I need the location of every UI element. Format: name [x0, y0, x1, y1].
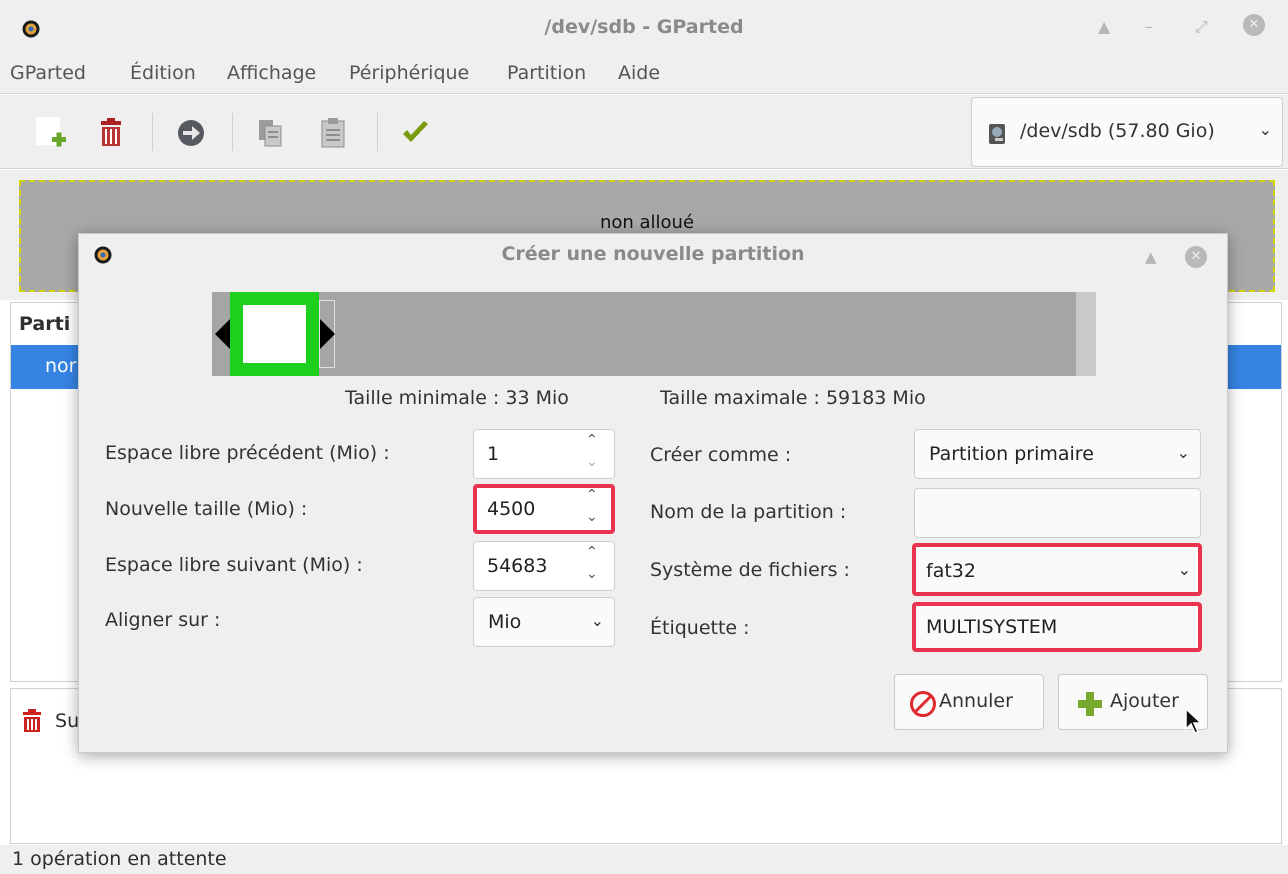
chevron-down-icon: ⌄ [590, 611, 604, 630]
dialog-shade-icon[interactable]: ▲ [1145, 248, 1157, 266]
spin-up-icon[interactable]: ⌃ [586, 487, 598, 503]
operation-row[interactable]: Su [21, 709, 79, 733]
delete-op-icon [23, 709, 41, 732]
mouse-cursor-icon [1185, 707, 1203, 734]
new-size-value: 4500 [487, 498, 536, 520]
delete-icon[interactable] [93, 115, 129, 151]
device-selector[interactable]: /dev/sdb (57.80 Gio) ⌄ [971, 97, 1283, 167]
resize-left-handle-icon[interactable] [215, 319, 230, 349]
partition-row-text: nor [45, 355, 77, 377]
copy-icon[interactable] [253, 115, 289, 151]
add-label: Ajouter [1110, 690, 1179, 712]
dialog-title: Créer une nouvelle partition [501, 243, 805, 265]
toolbar-separator [377, 113, 378, 151]
spin-up-icon[interactable]: ⌃ [586, 432, 598, 448]
menu-partition[interactable]: Partition [507, 62, 586, 84]
shade-icon[interactable]: ▲ [1098, 17, 1110, 36]
resizer-track [212, 292, 1076, 376]
align-combobox[interactable]: Mio ⌄ [473, 597, 615, 647]
resizer-partition-inner [243, 305, 306, 363]
label-field-value: MULTISYSTEM [926, 616, 1058, 638]
resize-right-handle-icon[interactable] [320, 319, 335, 349]
status-text: 1 opération en attente [12, 848, 227, 870]
add-button[interactable]: Ajouter [1058, 674, 1208, 734]
main-titlebar: /dev/sdb - GParted ▲ – ⤢ ✕ [0, 0, 1288, 56]
partition-resizer[interactable] [212, 292, 1096, 376]
spin-down-icon[interactable]: ⌄ [586, 566, 598, 582]
spin-up-icon[interactable]: ⌃ [586, 544, 598, 560]
maximize-icon[interactable]: ⤢ [1195, 17, 1208, 37]
resizer-partition-block[interactable] [230, 292, 319, 376]
spin-down-icon[interactable]: ⌄ [586, 509, 598, 525]
free-before-value: 1 [487, 443, 500, 465]
menu-aide[interactable]: Aide [618, 62, 660, 84]
create-as-label: Créer comme : [650, 444, 792, 466]
apply-arrow-icon[interactable] [173, 115, 209, 151]
free-before-spinbutton[interactable]: 1 ⌃ ⌄ [473, 429, 615, 479]
device-label: /dev/sdb (57.80 Gio) [1020, 120, 1215, 142]
label-field[interactable]: MULTISYSTEM [912, 602, 1202, 652]
label-field-label: Étiquette : [650, 617, 750, 639]
chevron-down-icon: ⌄ [1258, 120, 1272, 139]
toolbar-separator [232, 113, 233, 151]
align-value: Mio [488, 611, 522, 633]
chevron-down-icon: ⌄ [1176, 443, 1190, 462]
partition-name-field[interactable] [914, 488, 1201, 538]
statusbar: 1 opération en attente [0, 845, 1288, 874]
new-size-label: Nouvelle taille (Mio) : [105, 498, 308, 520]
filesystem-combobox[interactable]: fat32 ⌄ [912, 543, 1202, 596]
cancel-label: Annuler [939, 690, 1013, 712]
filesystem-label: Système de fichiers : [650, 559, 850, 581]
disk-icon [989, 124, 1005, 144]
chevron-down-icon: ⌄ [1177, 560, 1191, 579]
menu-edition[interactable]: Édition [130, 62, 196, 84]
operation-text: Su [55, 709, 80, 732]
toolbar: /dev/sdb (57.80 Gio) ⌄ [0, 95, 1288, 169]
partition-list-header: Parti [19, 313, 71, 335]
menu-gparted[interactable]: GParted [10, 62, 86, 84]
dialog-close-icon[interactable]: ✕ [1185, 246, 1207, 268]
filesystem-value: fat32 [926, 560, 976, 582]
free-after-value: 54683 [487, 555, 548, 577]
add-icon [1078, 692, 1102, 716]
free-before-label: Espace libre précédent (Mio) : [105, 442, 390, 464]
create-as-value: Partition primaire [929, 443, 1094, 465]
minimize-icon[interactable]: – [1145, 17, 1153, 36]
new-partition-icon[interactable] [34, 115, 70, 151]
free-after-label: Espace libre suivant (Mio) : [105, 554, 363, 576]
menu-peripherique[interactable]: Périphérique [349, 62, 469, 84]
new-size-spinbutton[interactable]: 4500 ⌃ ⌄ [473, 484, 615, 534]
min-size-label: Taille minimale : 33 Mio [345, 387, 569, 409]
toolbar-separator [152, 113, 153, 151]
close-icon[interactable]: ✕ [1243, 14, 1265, 36]
menubar: GParted Édition Affichage Périphérique P… [0, 56, 1288, 94]
menu-affichage[interactable]: Affichage [227, 62, 316, 84]
paste-icon[interactable] [315, 115, 351, 151]
cancel-button[interactable]: Annuler [894, 674, 1044, 730]
align-label: Aligner sur : [105, 609, 221, 631]
unallocated-label: non alloué [599, 212, 695, 233]
partition-name-label: Nom de la partition : [650, 501, 847, 523]
window-title: /dev/sdb - GParted [544, 16, 744, 38]
free-after-spinbutton[interactable]: 54683 ⌃ ⌄ [473, 541, 615, 591]
max-size-label: Taille maximale : 59183 Mio [660, 387, 926, 409]
create-partition-dialog: Créer une nouvelle partition ▲ ✕ Taille … [78, 233, 1228, 753]
create-as-combobox[interactable]: Partition primaire ⌄ [914, 429, 1201, 479]
cancel-icon [910, 691, 936, 717]
spin-down-icon[interactable]: ⌄ [586, 454, 598, 470]
apply-check-icon[interactable] [397, 115, 433, 151]
